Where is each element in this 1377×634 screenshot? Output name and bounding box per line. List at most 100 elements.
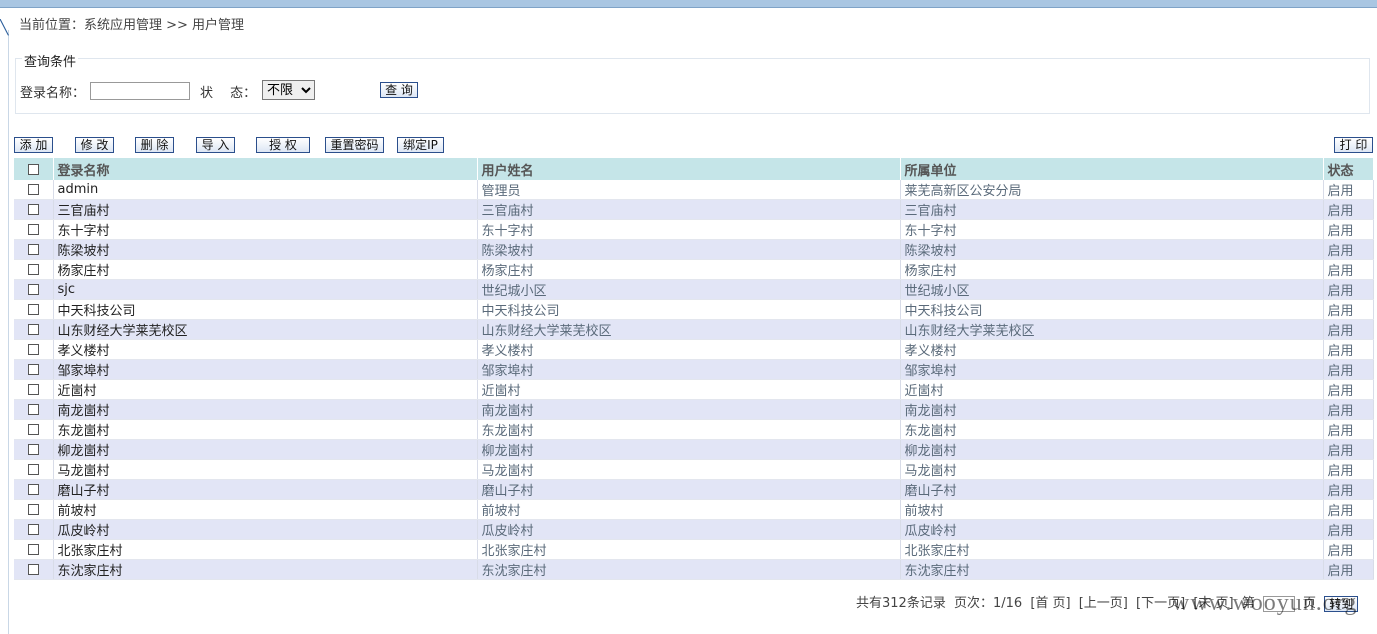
user-name-cell: 马龙崮村 (477, 459, 901, 480)
table-row[interactable]: 邹家埠村 邹家埠村 邹家埠村 启用 (14, 359, 1374, 380)
add-button[interactable]: 添 加 (14, 137, 53, 153)
row-checkbox[interactable] (27, 504, 39, 515)
unit-cell: 陈梁坡村 (900, 239, 1324, 260)
login-name-cell: 磨山子村 (53, 479, 478, 500)
login-name-cell: 三官庙村 (53, 199, 478, 220)
unit-cell: 东龙崮村 (900, 419, 1324, 440)
row-checkbox[interactable] (27, 304, 39, 315)
row-checkbox[interactable] (27, 424, 39, 435)
table-row[interactable]: 三官庙村 三官庙村 三官庙村 启用 (14, 199, 1374, 220)
table-row[interactable]: 东龙崮村 东龙崮村 东龙崮村 启用 (14, 419, 1374, 440)
last-page-link[interactable]: [末 页] (1193, 596, 1233, 611)
unit-cell: 东沈家庄村 (900, 559, 1324, 580)
header-user-name[interactable]: 用户姓名 (477, 158, 901, 180)
row-checkbox[interactable] (27, 384, 39, 395)
user-name-cell: 近崮村 (477, 379, 901, 400)
table-row[interactable]: 陈梁坡村 陈梁坡村 陈梁坡村 启用 (14, 239, 1374, 260)
status-cell: 启用 (1323, 299, 1374, 320)
table-row[interactable]: 近崮村 近崮村 近崮村 启用 (14, 379, 1374, 400)
table-header-row: 登录名称 用户姓名 所属单位 状态 (14, 158, 1374, 180)
table-row[interactable]: 东沈家庄村 东沈家庄村 东沈家庄村 启用 (14, 559, 1374, 580)
row-checkbox[interactable] (27, 404, 39, 415)
page-number-input[interactable] (1262, 595, 1295, 612)
user-name-cell: 瓜皮岭村 (477, 519, 901, 540)
collapse-arrow-icon[interactable]: ╲ (0, 20, 8, 36)
first-page-link[interactable]: [首 页] (1030, 596, 1070, 611)
status-cell: 启用 (1323, 379, 1374, 400)
next-page-link[interactable]: [下一页] (1136, 596, 1185, 611)
user-name-cell: 前坡村 (477, 499, 901, 520)
row-checkbox[interactable] (27, 204, 39, 215)
row-checkbox[interactable] (27, 324, 39, 335)
table-row[interactable]: 山东财经大学莱芜校区 山东财经大学莱芜校区 山东财经大学莱芜校区 启用 (14, 319, 1374, 340)
row-checkbox[interactable] (27, 364, 39, 375)
table-row[interactable]: 前坡村 前坡村 前坡村 启用 (14, 499, 1374, 520)
header-unit[interactable]: 所属单位 (900, 158, 1324, 180)
unit-cell: 三官庙村 (900, 199, 1324, 220)
row-checkbox[interactable] (27, 244, 39, 255)
status-label: 状 态： (200, 86, 257, 101)
login-name-cell: 东十字村 (53, 219, 478, 240)
print-button[interactable]: 打 印 (1334, 137, 1373, 153)
status-cell: 启用 (1323, 519, 1374, 540)
header-login-name[interactable]: 登录名称 (53, 158, 478, 180)
row-checkbox[interactable] (27, 524, 39, 535)
row-checkbox[interactable] (27, 224, 39, 235)
table-row[interactable]: 柳龙崮村 柳龙崮村 柳龙崮村 启用 (14, 439, 1374, 460)
unit-cell: 东十字村 (900, 219, 1324, 240)
table-row[interactable]: 瓜皮岭村 瓜皮岭村 瓜皮岭村 启用 (14, 519, 1374, 540)
row-checkbox[interactable] (27, 264, 39, 275)
status-cell: 启用 (1323, 559, 1374, 580)
status-cell: 启用 (1323, 279, 1374, 300)
status-cell: 启用 (1323, 219, 1374, 240)
unit-cell: 马龙崮村 (900, 459, 1324, 480)
status-cell: 启用 (1323, 419, 1374, 440)
table-row[interactable]: 杨家庄村 杨家庄村 杨家庄村 启用 (14, 259, 1374, 280)
table-row[interactable]: 中天科技公司 中天科技公司 中天科技公司 启用 (14, 299, 1374, 320)
row-checkbox[interactable] (27, 184, 39, 195)
table-row[interactable]: 马龙崮村 马龙崮村 马龙崮村 启用 (14, 459, 1374, 480)
table-row[interactable]: 孝义楼村 孝义楼村 孝义楼村 启用 (14, 339, 1374, 360)
table-row[interactable]: 磨山子村 磨山子村 磨山子村 启用 (14, 479, 1374, 500)
row-checkbox-cell (14, 379, 54, 400)
header-status[interactable]: 状态 (1323, 158, 1374, 180)
login-name-input[interactable] (90, 82, 190, 100)
table-row[interactable]: sjc 世纪城小区 世纪城小区 启用 (14, 279, 1374, 300)
row-checkbox-cell (14, 319, 54, 340)
row-checkbox-cell (14, 459, 54, 480)
status-select[interactable]: 不限 (262, 80, 315, 100)
edit-button[interactable]: 修 改 (75, 137, 114, 153)
row-checkbox-cell (14, 479, 54, 500)
prev-page-link[interactable]: [上一页] (1079, 596, 1128, 611)
import-button[interactable]: 导 入 (196, 137, 235, 153)
status-cell: 启用 (1323, 499, 1374, 520)
table-row[interactable]: admin 管理员 莱芜高新区公安分局 启用 (14, 180, 1374, 200)
row-checkbox[interactable] (27, 284, 39, 295)
table-row[interactable]: 东十字村 东十字村 东十字村 启用 (14, 219, 1374, 240)
table-body: admin 管理员 莱芜高新区公安分局 启用 三官庙村 三官庙村 三官庙村 启用 东十字村 东十字… (14, 180, 1374, 580)
select-all-checkbox[interactable] (27, 163, 39, 175)
user-name-cell: 山东财经大学莱芜校区 (477, 319, 901, 340)
reset-password-button[interactable]: 重置密码 (325, 137, 384, 153)
row-checkbox[interactable] (27, 484, 39, 495)
row-checkbox-cell (14, 239, 54, 260)
row-checkbox[interactable] (27, 444, 39, 455)
row-checkbox-cell (14, 519, 54, 540)
authorize-button[interactable]: 授 权 (256, 137, 310, 153)
login-name-cell: 近崮村 (53, 379, 478, 400)
table-row[interactable]: 北张家庄村 北张家庄村 北张家庄村 启用 (14, 539, 1374, 560)
jump-button[interactable]: 转到 (1324, 595, 1359, 612)
row-checkbox[interactable] (27, 564, 39, 575)
login-name-cell: 柳龙崮村 (53, 439, 478, 460)
row-checkbox[interactable] (27, 344, 39, 355)
user-name-cell: 东沈家庄村 (477, 559, 901, 580)
search-button[interactable]: 查 询 (380, 82, 418, 98)
row-checkbox-cell (14, 399, 54, 420)
row-checkbox[interactable] (27, 544, 39, 555)
bind-ip-button[interactable]: 绑定IP (397, 137, 444, 153)
user-table: 登录名称 用户姓名 所属单位 状态 admin 管理员 莱芜高新区公安分局 启用 三官庙… (14, 158, 1374, 580)
delete-button[interactable]: 删 除 (135, 137, 174, 153)
row-checkbox[interactable] (27, 464, 39, 475)
user-name-cell: 北张家庄村 (477, 539, 901, 560)
table-row[interactable]: 南龙崮村 南龙崮村 南龙崮村 启用 (14, 399, 1374, 420)
